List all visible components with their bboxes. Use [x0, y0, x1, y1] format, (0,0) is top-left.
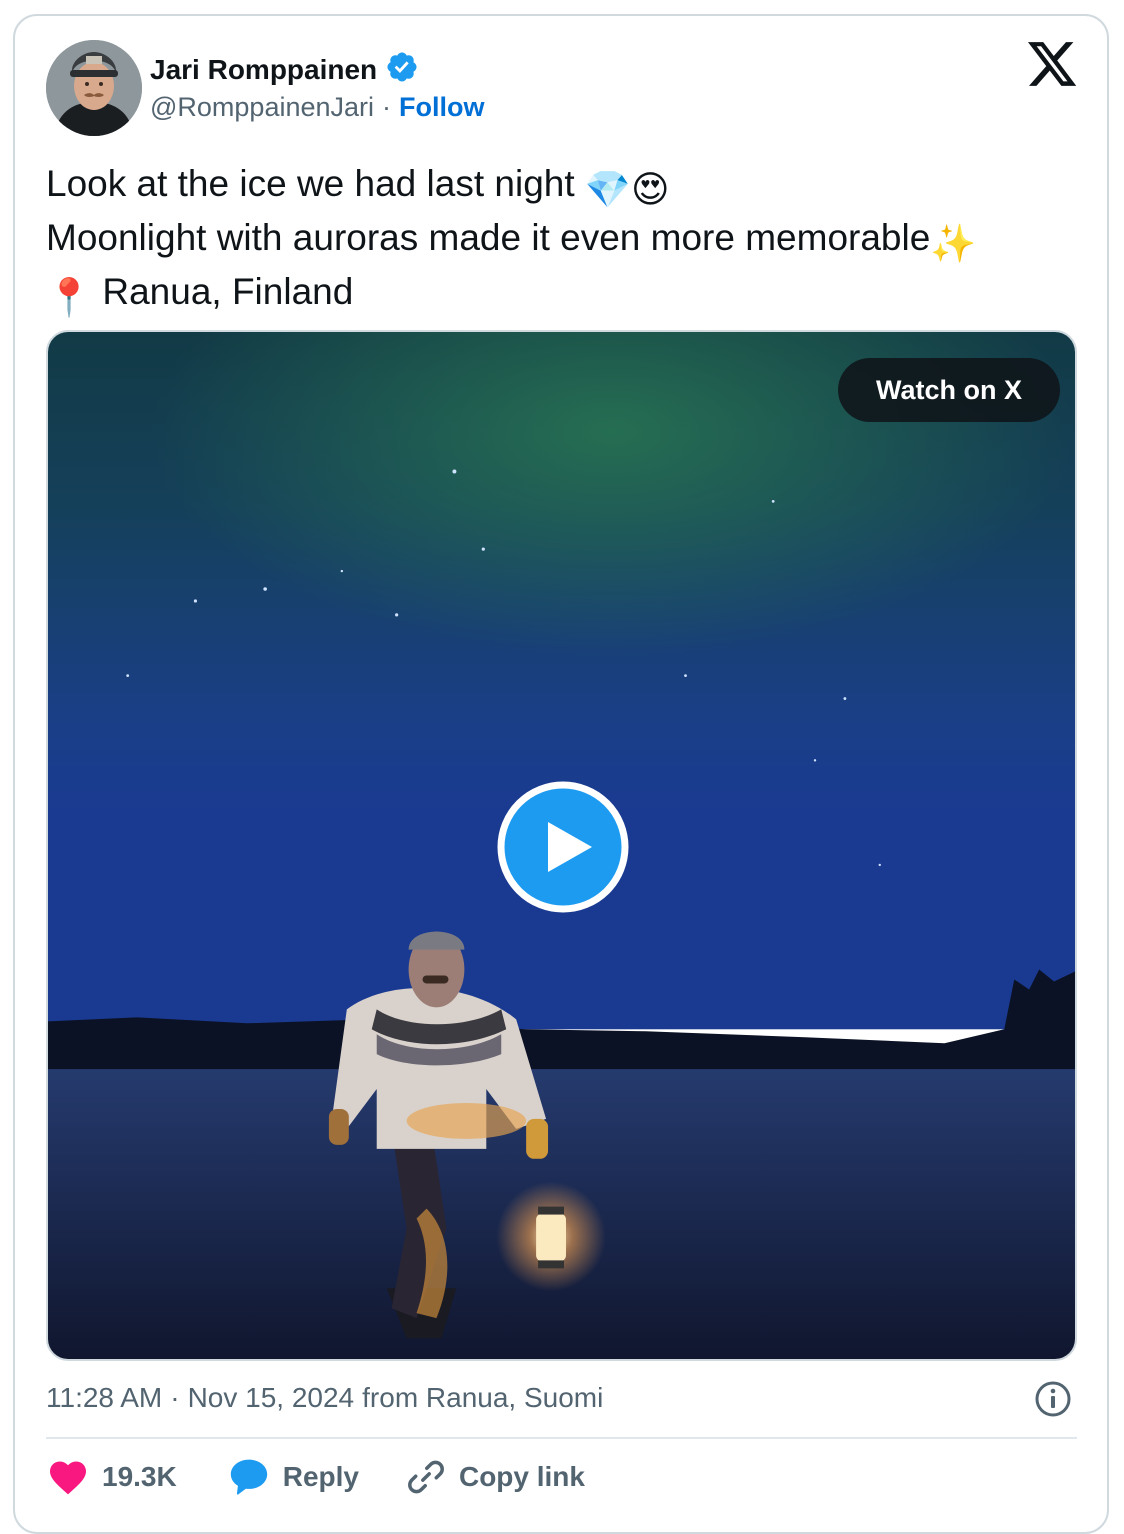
- heart-icon: [50, 1461, 86, 1495]
- tweet-date[interactable]: Nov 15, 2024: [188, 1382, 355, 1414]
- handle-separator: ·: [382, 92, 392, 122]
- reply-bubble-icon: [230, 1459, 267, 1495]
- likes-count: 19.3K: [102, 1461, 177, 1492]
- handle-row: @RomppainenJari · Follow: [150, 92, 485, 123]
- play-icon: [497, 781, 629, 913]
- action-bar: 19.3K Reply Copy link: [48, 1458, 585, 1496]
- tweet-time[interactable]: 11:28 AM: [46, 1382, 162, 1414]
- tweet-line-3: 📍 Ranua, Finland: [46, 268, 976, 322]
- tweet-line-2-text: Moonlight with auroras made it even more…: [46, 217, 931, 258]
- tweet-line-1-text: Look at the ice we had last night: [46, 163, 575, 204]
- link-icon: [408, 1460, 444, 1494]
- follow-button[interactable]: Follow: [399, 92, 484, 123]
- author-handle[interactable]: @RomppainenJari: [150, 92, 374, 123]
- meta-separator: ·: [170, 1382, 180, 1413]
- copy-link-button[interactable]: Copy link: [407, 1458, 585, 1496]
- author-name[interactable]: Jari Romppainen: [150, 54, 377, 86]
- watch-on-x-button[interactable]: Watch on X: [838, 358, 1060, 422]
- copy-link-label: Copy link: [458, 1461, 585, 1492]
- divider: [46, 1437, 1077, 1439]
- x-logo-icon[interactable]: [1028, 42, 1078, 88]
- verified-badge-icon: [385, 50, 419, 89]
- gem-and-heart-eyes-emoji: 💎😍: [584, 169, 670, 210]
- sparkles-emoji: ✨: [930, 223, 977, 264]
- tweet-meta: 11:28 AM · Nov 15, 2024 from Ranua, Suom…: [46, 1382, 603, 1414]
- video-media[interactable]: Watch on X: [46, 330, 1077, 1361]
- tweet-line-2: Moonlight with auroras made it even more…: [46, 214, 976, 268]
- tweet-line-1: Look at the ice we had last night 💎😍: [46, 160, 976, 214]
- reply-button[interactable]: Reply: [229, 1458, 359, 1496]
- reply-label: Reply: [282, 1461, 359, 1492]
- tweet-text: Look at the ice we had last night 💎😍 Moo…: [46, 160, 976, 322]
- pin-emoji: 📍: [46, 277, 93, 318]
- author-name-row: Jari Romppainen: [150, 50, 419, 89]
- tweet-line-3-text: Ranua, Finland: [102, 271, 354, 312]
- like-button[interactable]: 19.3K: [48, 1459, 177, 1495]
- play-button[interactable]: [496, 780, 630, 914]
- info-icon[interactable]: [1034, 1380, 1072, 1418]
- avatar[interactable]: [46, 40, 142, 136]
- tweet-location: from Ranua, Suomi: [362, 1382, 604, 1413]
